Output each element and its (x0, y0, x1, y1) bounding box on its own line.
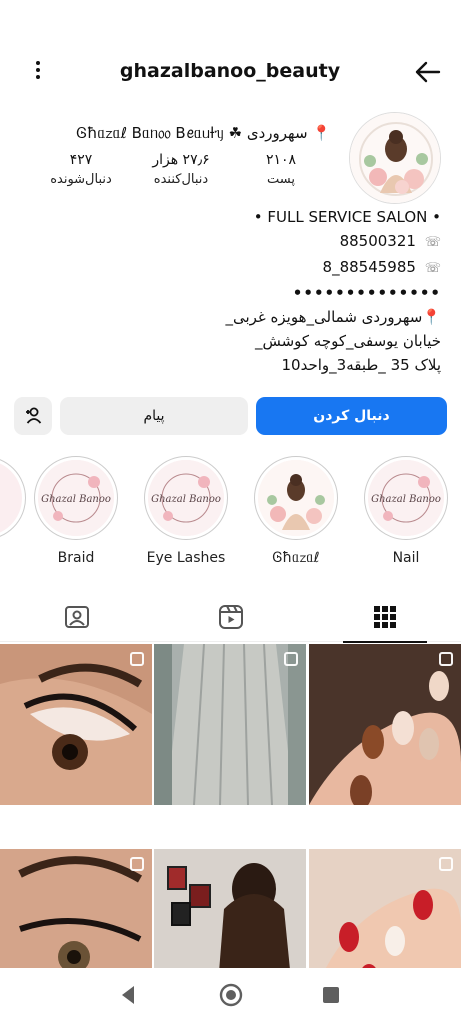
highlight-label: Braid (57, 550, 95, 566)
phone-icon: ☏ (424, 235, 441, 250)
highlight-ring (254, 456, 338, 540)
stat-posts-value: ۲۱۰۸ (265, 152, 297, 168)
post-eye-lashes-2[interactable] (0, 849, 152, 968)
tab-reels[interactable] (154, 592, 308, 642)
highlight-partial[interactable] (0, 456, 30, 540)
stat-followers[interactable]: ۲۷٫۶ هزار دنبال‌کننده (131, 152, 231, 187)
bio-dots-divider: •••••••••••••• (292, 284, 441, 302)
stat-posts-label: پست (267, 172, 295, 187)
highlight-braid[interactable]: Ghazal Banoo Braid (30, 456, 122, 566)
stat-followers-label: دنبال‌کننده (153, 172, 209, 187)
stat-followers-value: ۲۷٫۶ هزار (152, 152, 210, 168)
salon-logo-icon: Ghazal Banoo (148, 460, 224, 536)
tab-grid[interactable] (308, 592, 461, 643)
nav-back-icon[interactable] (118, 984, 138, 1006)
multi-post-icon (284, 652, 298, 666)
post-red-nails[interactable] (309, 849, 461, 968)
reels-icon (219, 605, 243, 629)
bio-address-1: 📍سهروردی شمالی_هویزه غربی_ (225, 308, 441, 326)
highlight-ring (0, 456, 26, 540)
bio-phone-1[interactable]: 88500321 ☏ (11, 229, 441, 255)
profile-tabs (0, 592, 461, 643)
highlight-nail[interactable]: Ghazal Banoo Nail (360, 456, 452, 566)
post-image (309, 644, 461, 805)
grid-icon (374, 606, 396, 628)
follow-button[interactable]: دنبال کردن (256, 397, 447, 435)
highlight-label: Nail (392, 550, 420, 566)
stat-following-label: دنبال‌شونده (50, 172, 112, 187)
multi-post-icon (130, 652, 144, 666)
profile-display-name: 📍 سهروردی ☘ Ꮆħᥲᤁᥲℓ Bᥲᥒ᥆᥆ Bꫀᥲᥙƚᥡ (76, 124, 331, 142)
suggest-users-button[interactable] (14, 397, 52, 435)
avatar-image (350, 113, 440, 203)
highlight-label: Ꮆħᥲᤁᥲℓ (272, 550, 320, 566)
highlight-ring: Ghazal Banoo (364, 456, 448, 540)
profile-actions: پیام دنبال کردن (14, 397, 447, 435)
salon-logo-icon: Ghazal Banoo (38, 460, 114, 536)
tagged-icon (65, 606, 89, 628)
post-curly-hair[interactable] (154, 849, 306, 968)
highlight-cover: Ghazal Banoo (368, 460, 444, 536)
profile-username: ghazalbanoo_beauty (119, 60, 341, 82)
post-image (0, 644, 152, 805)
post-eyelash-closeup[interactable] (0, 644, 152, 805)
stat-posts[interactable]: ۲۱۰۸ پست (231, 152, 331, 187)
salon-logo-icon: Ghazal Banoo (368, 460, 444, 536)
post-brown-nails[interactable] (309, 644, 461, 805)
profile-stats: ۲۱۰۸ پست ۲۷٫۶ هزار دنبال‌کننده ۴۲۷ دنبال… (31, 152, 331, 202)
nav-recents-icon[interactable] (322, 986, 340, 1004)
multi-post-icon (439, 652, 453, 666)
bio-address-2: خیابان یوسفی_کوچه کوشش_ (254, 332, 441, 350)
highlight-eye-lashes[interactable]: Ghazal Banoo Eye Lashes (140, 456, 232, 566)
nav-home-icon[interactable] (219, 983, 243, 1007)
bio-phone-2-number: 8_88545985 (322, 258, 416, 276)
highlight-ring: Ghazal Banoo (34, 456, 118, 540)
stat-following-value: ۴۲۷ (69, 152, 93, 168)
bio-phone-2[interactable]: 8_88545985 ☏ (11, 255, 441, 281)
highlight-ghazal[interactable]: Ꮆħᥲᤁᥲℓ (250, 456, 342, 566)
logo-text: Ghazal Banoo (151, 494, 221, 505)
tab-tagged[interactable] (0, 592, 154, 642)
multi-post-icon (130, 857, 144, 871)
profile-bio: • FULL SERVICE SALON • 88500321 ☏ 8_8854… (11, 205, 441, 377)
system-nav-bar (0, 968, 461, 1024)
post-image (154, 644, 306, 805)
logo-text: Ghazal Banoo (371, 494, 441, 505)
highlight-cover: Ghazal Banoo (148, 460, 224, 536)
more-options-icon[interactable] (26, 58, 50, 88)
multi-post-icon (439, 857, 453, 871)
profile-avatar[interactable] (349, 112, 441, 204)
bio-salon-line: • FULL SERVICE SALON • (253, 208, 441, 226)
highlight-label: Eye Lashes (146, 550, 226, 566)
logo-text: Ghazal Banoo (41, 494, 111, 505)
story-highlights: Ghazal Banoo Braid Ghazal Banoo Eye Lash… (0, 456, 461, 576)
highlight-ring: Ghazal Banoo (144, 456, 228, 540)
back-arrow-icon[interactable] (413, 58, 441, 86)
bio-phone-1-number: 88500321 (339, 232, 416, 250)
phone-icon: ☏ (424, 261, 441, 276)
highlight-cover (0, 460, 22, 536)
person-add-icon (26, 407, 42, 424)
post-silver-hair[interactable] (154, 644, 306, 805)
top-bar: ghazalbanoo_beauty (0, 52, 461, 92)
message-button[interactable]: پیام (60, 397, 248, 435)
post-grid (0, 644, 461, 968)
woman-portrait-icon (258, 460, 334, 536)
bio-address-3: پلاک 35 _طبقه3_واحد10 (281, 356, 442, 374)
post-image (154, 849, 306, 968)
highlight-cover: Ghazal Banoo (38, 460, 114, 536)
stat-following[interactable]: ۴۲۷ دنبال‌شونده (31, 152, 131, 187)
highlight-cover (258, 460, 334, 536)
